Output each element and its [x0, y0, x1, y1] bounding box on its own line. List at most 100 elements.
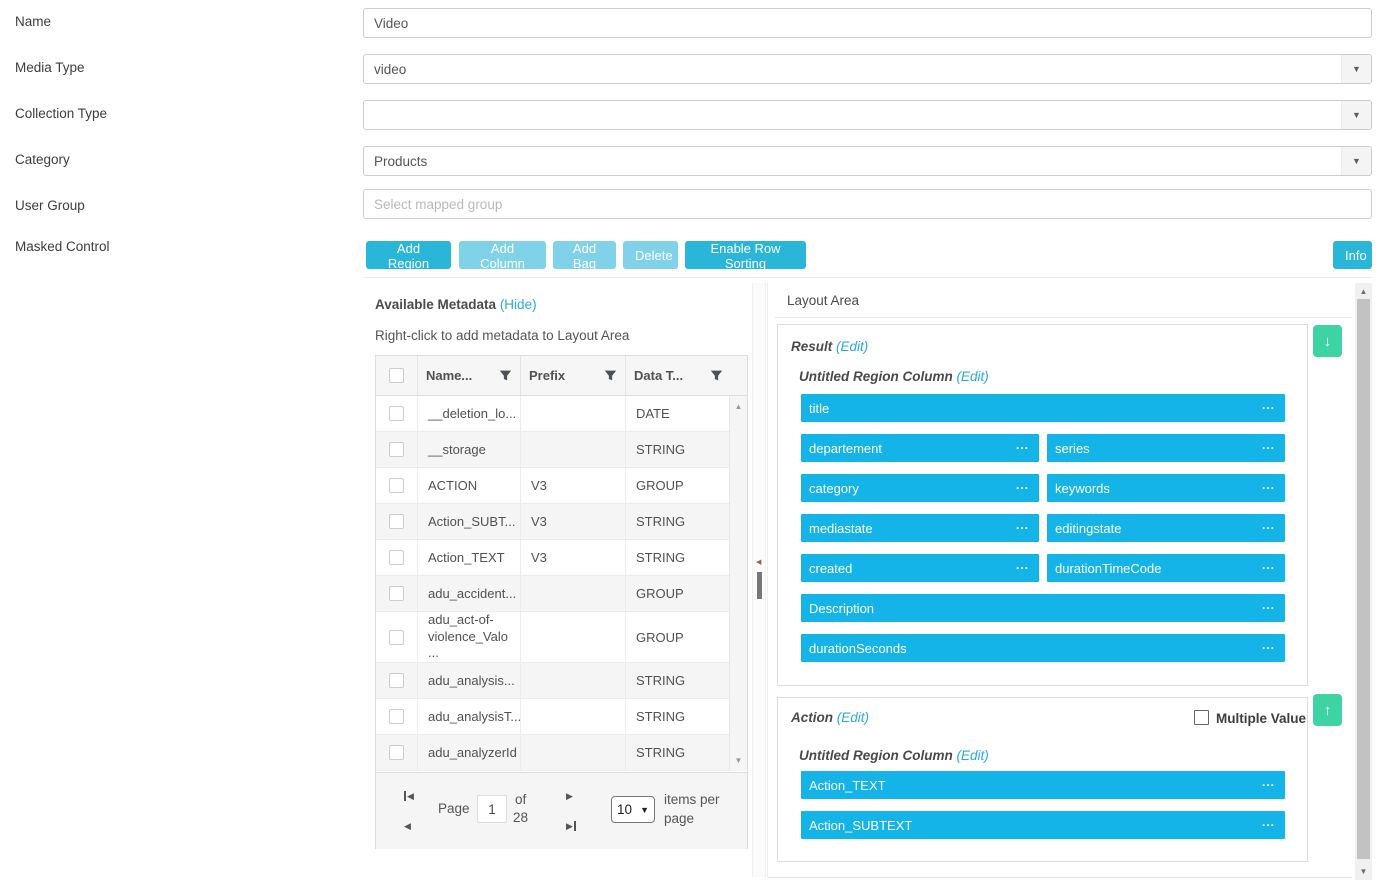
action-edit-link[interactable]: (Edit) [837, 710, 869, 725]
collapse-left-icon[interactable]: ◀ [756, 558, 761, 566]
collection-type-label: Collection Type [15, 106, 107, 121]
row-checkbox[interactable] [389, 586, 404, 601]
result-edit-link[interactable]: (Edit) [836, 339, 868, 354]
page-size-select[interactable]: 10 ▼ [611, 796, 655, 823]
row-checkbox[interactable] [389, 442, 404, 457]
table-row[interactable]: adu_accident... GROUP [376, 576, 731, 612]
next-page-icon[interactable]: ▶ [566, 791, 573, 801]
arrow-up-icon: ↑ [1324, 702, 1332, 719]
metadata-mapping-page: Name Media Type Collection Type Category… [0, 0, 1378, 887]
chip-menu-icon[interactable]: ... [1016, 518, 1035, 538]
table-row[interactable]: adu_act-of-violence_Valo... GROUP [376, 612, 731, 663]
row-checkbox[interactable] [389, 745, 404, 760]
chip-menu-icon[interactable]: ... [1262, 478, 1281, 498]
collection-type-dropdown[interactable]: ▼ [363, 100, 1372, 130]
row-checkbox[interactable] [389, 514, 404, 529]
add-column-button[interactable]: Add Column [459, 241, 546, 269]
info-button[interactable]: Info [1333, 241, 1372, 269]
page-number-input[interactable] [477, 795, 507, 823]
chip-duration-seconds[interactable]: durationSeconds ... [801, 634, 1285, 662]
scroll-down-icon[interactable]: ▼ [1355, 867, 1372, 876]
table-row[interactable]: ACTION V3 GROUP [376, 468, 731, 504]
row-checkbox[interactable] [389, 673, 404, 688]
chip-menu-icon[interactable]: ... [1262, 398, 1281, 418]
row-checkbox[interactable] [389, 478, 404, 493]
category-dropdown[interactable]: Products ▼ [363, 146, 1372, 176]
chip-duration-timecode[interactable]: durationTimeCode ... [1047, 554, 1285, 582]
add-bag-button[interactable]: Add Bag [553, 241, 616, 269]
scroll-down-icon[interactable]: ▼ [730, 756, 747, 765]
chip-category[interactable]: category ... [801, 474, 1039, 502]
chip-menu-icon[interactable]: ... [1262, 438, 1281, 458]
row-checkbox[interactable] [389, 406, 404, 421]
row-checkbox[interactable] [389, 630, 404, 645]
table-row[interactable]: __deletion_lo... DATE [376, 396, 731, 432]
chip-series[interactable]: series ... [1047, 434, 1285, 462]
delete-button[interactable]: Delete [623, 241, 678, 269]
panel-splitter[interactable]: ◀ [752, 283, 766, 877]
move-section-down-button[interactable]: ↓ [1313, 325, 1342, 357]
table-row[interactable]: __storage STRING [376, 432, 731, 468]
result-section: Result (Edit) Untitled Region Column (Ed… [777, 324, 1308, 686]
chevron-down-icon[interactable]: ▼ [1341, 55, 1371, 83]
grid-body: __deletion_lo... DATE __storage STRING A… [376, 396, 731, 771]
filter-icon[interactable] [499, 369, 512, 382]
table-row[interactable]: Action_TEXT V3 STRING [376, 540, 731, 576]
chip-description[interactable]: Description ... [801, 594, 1285, 622]
total-pages: 28 [513, 810, 528, 825]
action-column-edit-link[interactable]: (Edit) [957, 748, 989, 763]
row-checkbox[interactable] [389, 709, 404, 724]
row-checkbox[interactable] [389, 550, 404, 565]
chevron-down-icon[interactable]: ▼ [1341, 147, 1371, 175]
chip-menu-icon[interactable]: ... [1262, 558, 1281, 578]
chip-menu-icon[interactable]: ... [1262, 598, 1281, 618]
arrow-down-icon: ↓ [1324, 333, 1332, 350]
table-row[interactable]: Action_SUBT... V3 STRING [376, 504, 731, 540]
chip-departement[interactable]: departement ... [801, 434, 1039, 462]
table-row[interactable]: adu_analysisT... STRING [376, 699, 731, 735]
move-section-up-button[interactable]: ↑ [1313, 694, 1342, 726]
chip-title[interactable]: title ... [801, 394, 1285, 422]
splitter-handle-icon[interactable] [757, 572, 762, 599]
last-page-icon[interactable]: ▶ [566, 821, 576, 831]
hide-link[interactable]: (Hide) [500, 297, 537, 312]
header-name: Name... [418, 356, 521, 395]
grid-scrollbar[interactable]: ▲ ▼ [729, 396, 747, 771]
chip-menu-icon[interactable]: ... [1016, 478, 1035, 498]
chip-editingstate[interactable]: editingstate ... [1047, 514, 1285, 542]
first-page-icon[interactable]: ◀ [404, 791, 414, 801]
filter-icon[interactable] [710, 369, 723, 382]
table-row[interactable]: adu_analysis... STRING [376, 663, 731, 699]
action-section-title: Action (Edit) [791, 710, 869, 725]
select-all-checkbox[interactable] [389, 368, 404, 383]
prev-page-icon[interactable]: ◀ [404, 821, 411, 831]
chip-menu-icon[interactable]: ... [1262, 518, 1281, 538]
chip-created[interactable]: created ... [801, 554, 1039, 582]
chevron-down-icon: ▼ [640, 805, 649, 815]
table-row[interactable]: adu_analyzerId STRING [376, 735, 731, 771]
user-group-input[interactable] [363, 189, 1372, 219]
chip-action-text[interactable]: Action_TEXT ... [801, 771, 1285, 799]
chip-menu-icon[interactable]: ... [1262, 815, 1281, 835]
add-region-button[interactable]: Add Region [366, 241, 451, 269]
scrollbar-thumb[interactable] [1357, 299, 1370, 859]
page-scrollbar[interactable]: ▲ ▼ [1355, 283, 1372, 880]
chip-keywords[interactable]: keywords ... [1047, 474, 1285, 502]
enable-row-sorting-button[interactable]: Enable Row Sorting [685, 241, 806, 269]
media-type-dropdown[interactable]: video ▼ [363, 54, 1372, 84]
chevron-down-icon[interactable]: ▼ [1341, 101, 1371, 129]
chip-menu-icon[interactable]: ... [1262, 638, 1281, 658]
multiple-value-checkbox[interactable] [1194, 710, 1209, 725]
chip-menu-icon[interactable]: ... [1262, 775, 1281, 795]
filter-icon[interactable] [604, 369, 617, 382]
chip-action-subtext[interactable]: Action_SUBTEXT ... [801, 811, 1285, 839]
available-metadata-title: Available Metadata (Hide) [375, 297, 537, 312]
result-column-edit-link[interactable]: (Edit) [957, 369, 989, 384]
chip-menu-icon[interactable]: ... [1016, 558, 1035, 578]
chip-mediastate[interactable]: mediastate ... [801, 514, 1039, 542]
scroll-up-icon[interactable]: ▲ [730, 402, 747, 411]
header-datatype: Data T... [626, 356, 731, 395]
chip-menu-icon[interactable]: ... [1016, 438, 1035, 458]
scroll-up-icon[interactable]: ▲ [1355, 287, 1372, 296]
name-input[interactable] [363, 8, 1372, 38]
